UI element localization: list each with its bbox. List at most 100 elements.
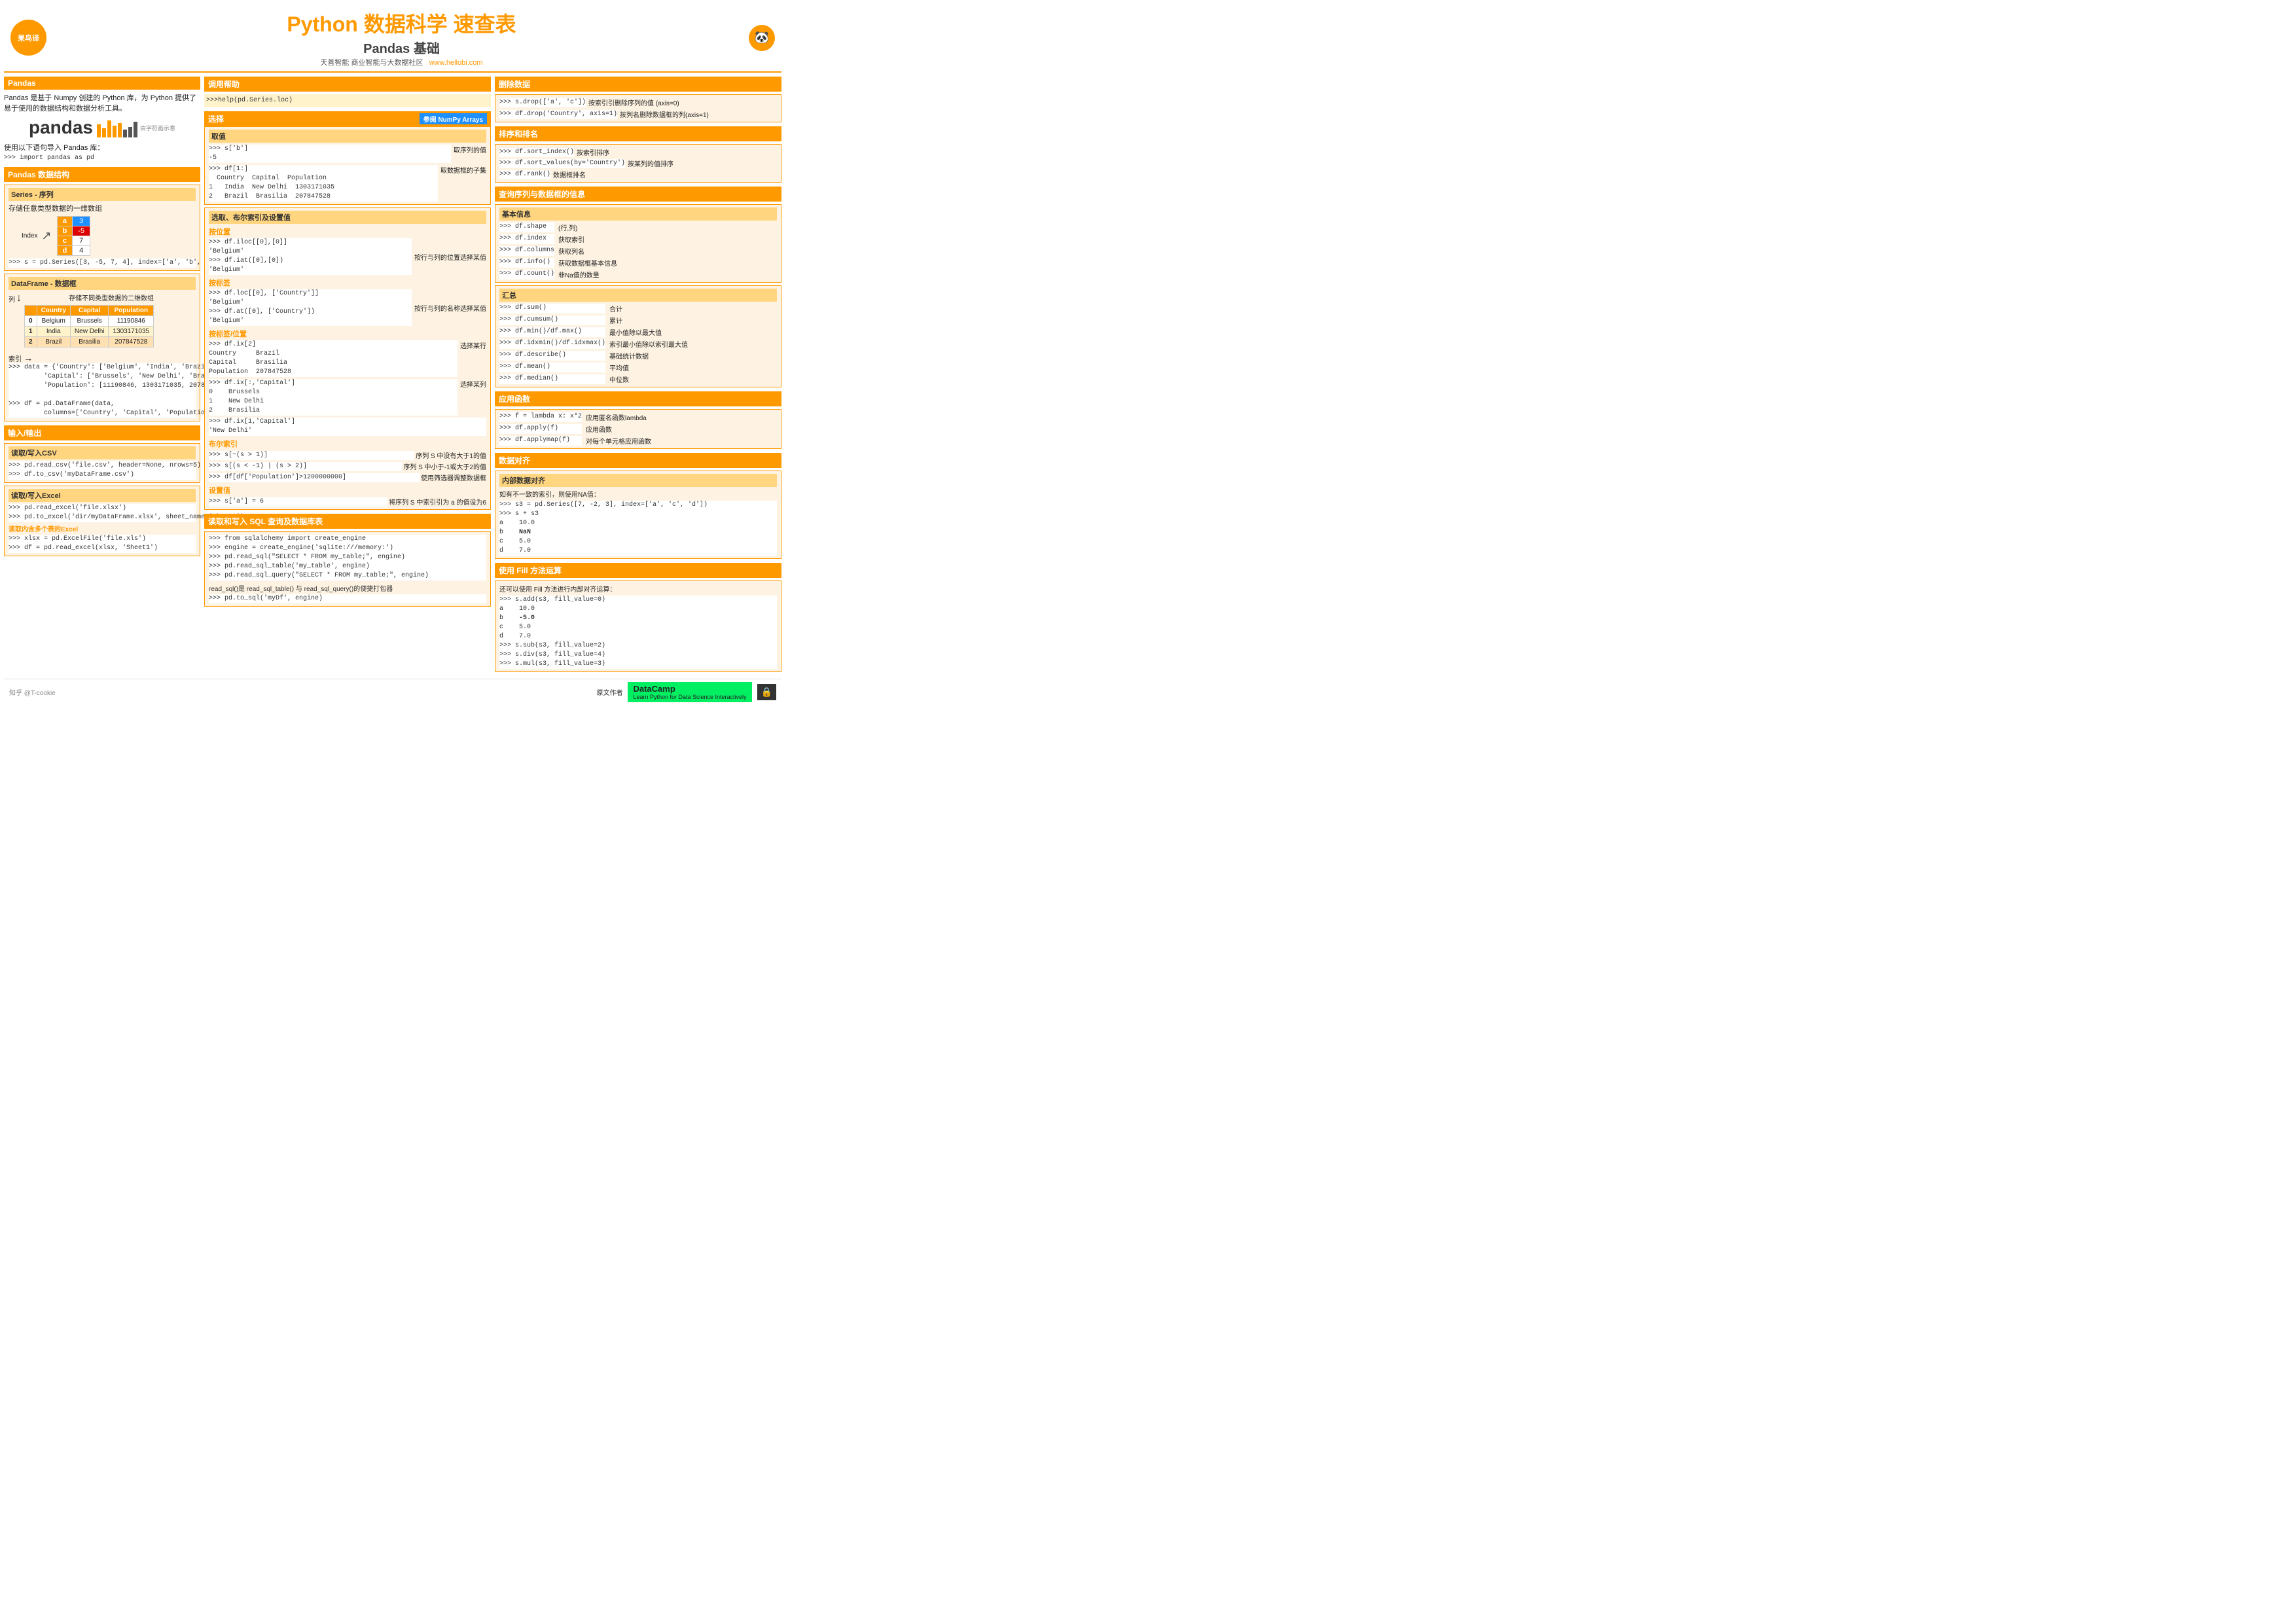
column-2: 调用帮助 >>>help(pd.Series.loc) 选择 参阅 NumPy … [204,77,491,611]
data-structures-section: Pandas 数据结构 Series - 序列 存储任意类型数据的一维数组 In… [4,167,200,421]
website-link[interactable]: www.hellobi.com [429,59,483,67]
pos-title: 按位置 [209,226,486,237]
bool-title: 布尔索引 [209,438,486,449]
series-section: Series - 序列 存储任意类型数据的一维数组 Index ↗ a 3 [4,185,200,271]
sql-code5: >>> pd.read_sql_query("SELECT * FROM my_… [209,571,486,580]
series-table: a 3 b -5 c 7 d [57,216,91,256]
sql-title: 读取和写入 SQL 查询及数据库表 [204,514,491,529]
col-label: 列 ↓ [9,293,22,304]
set-row: >>> s['a'] = 6 将序列 S 中索引引为 a 的值设为6 [209,497,486,507]
sort-title: 排序和排名 [495,126,781,141]
td-idx-1: 1 [25,327,37,337]
info-section: 查询序列与数据框的信息 基本信息 >>> df.shape (行,列) >>> … [495,187,781,387]
label-code1: >>> df.loc[[0], ['Country']] [209,289,412,298]
bar4 [113,126,117,137]
excel-code4: >>> df = pd.read_excel(xlsx, 'Sheet1') [9,544,196,553]
help-section: 调用帮助 >>>help(pd.Series.loc) [204,77,491,107]
td-idx-2: 2 [25,337,37,348]
bar6 [123,130,127,137]
align-code1: >>> s3 = pd.Series([7, -2, 3], index=['a… [499,501,777,510]
apply-desc1: 应用匿名函数lambda [586,412,777,422]
get-title: 取值 [209,130,486,143]
pandas-intro-section: Pandas Pandas 是基于 Numpy 创建的 Python 库，为 P… [4,77,200,163]
ix-desc1: 选择某行 [460,340,486,350]
td-country-1: India [37,327,70,337]
dataframe-visual: 列 ↓ 存储不同类型数据的二维数组 Country Capital [9,293,196,350]
fill-code2: >>> s.sub(s3, fill_value=2) [499,641,777,651]
pos-code1: >>> df.iloc[[0],[0]] [209,238,412,247]
sort-desc2: 按某列的值排序 [628,158,777,168]
drop-content: >>> s.drop(['a', 'c']) 按索引引删除序列的值 (axis=… [495,94,781,122]
df-desc: 存储不同类型数据的二维数组 [24,293,154,302]
logo-caption: 由字符画示意 [140,124,175,132]
apply-grid: >>> f = lambda x: x*2 应用匿名函数lambda >>> d… [499,412,777,446]
boolean-title: 选取、布尔索引及设置值 [209,211,486,224]
sort-desc1: 按索引排序 [577,147,777,157]
drop-code1: >>> s.drop(['a', 'c']) [499,98,586,107]
set-title: 设置值 [209,485,486,495]
summary-grid: >>> df.sum() 合计 >>> df.cumsum() 累计 >>> d… [499,304,777,384]
bar1 [97,124,101,137]
sum-desc-3: 索引最小值除以索引最大值 [609,339,777,349]
get-desc2: 取数据框的子集 [440,165,486,175]
arrow-symbol: ↗ [41,229,51,243]
sql-section: 读取和写入 SQL 查询及数据库表 >>> from sqlalchemy im… [204,514,491,607]
help-title: 调用帮助 [204,77,491,92]
series-visual: Index ↗ a 3 b -5 c [22,216,196,256]
fill-code1: >>> s.add(s3, fill_value=0) [499,596,777,605]
pos-block: >>> df.iloc[[0],[0]] 'Belgium' >>> df.ia… [209,238,486,275]
nan-value: NaN [519,529,531,536]
sum-desc-5: 平均值 [609,363,777,372]
bool-desc3: 使用筛选器调整数据框 [421,473,486,482]
set-desc: 将序列 S 中索引引为 a 的值设为6 [389,497,486,507]
ix-code1: >>> df.ix[2] [209,340,457,349]
sum-code-2: >>> df.min()/df.max() [499,327,605,337]
fill-note: 还可以使用 Fill 方法进行内部对齐运算： [499,584,777,594]
pos-desc: 按行与列的位置选择某值 [414,252,486,262]
sum-code-4: >>> df.describe() [499,351,605,361]
get-code1: >>> s['b'] [209,145,451,154]
logo: 果鸟译 [10,20,46,56]
label-desc: 按行与列的名称选择某值 [414,303,486,313]
set-code: >>> s['a'] = 6 [209,497,387,507]
summary-section: 汇总 >>> df.sum() 合计 >>> df.cumsum() 累计 >>… [495,285,781,387]
security-icon: 🔒 [757,684,776,700]
pandas-description: Pandas 是基于 Numpy 创建的 Python 库，为 Python 提… [4,92,200,113]
ix-res3: 'New Delhi' [209,427,486,436]
align-title: 数据对齐 [495,453,781,468]
fill-title: 使用 Fill 方法运算 [495,563,781,578]
footer: 知乎 @T-cookie 原文作者 DataCamp Learn Python … [4,679,781,705]
sort-row1: >>> df.sort_index() 按索引排序 [499,147,777,157]
bar7 [128,127,132,137]
sum-code-6: >>> df.median() [499,374,605,384]
td-idx-0: 0 [25,316,37,327]
td-capital-2: Brasilia [70,337,109,348]
th-country: Country [37,306,70,316]
pos-res1: 'Belgium' [209,247,412,257]
page-header: 果鸟译 Python 数据科学 速查表 Pandas 基础 天善智能 商业智能与… [4,4,781,73]
footer-right: 原文作者 DataCamp Learn Python for Data Scie… [596,682,776,702]
bool-code2: >>> s[(s < -1) | (s > 2)] [209,462,402,471]
logo-text: 果鸟译 [18,33,39,43]
numpy-ref: 参阅 NumPy Arrays [420,113,487,124]
apply-desc3: 对每个单元格应用函数 [586,436,777,446]
sql-code4: >>> pd.read_sql_table('my_table', engine… [209,562,486,571]
s-label-a: a [57,217,73,226]
sort-code2: >>> df.sort_values(by='Country') [499,159,625,168]
get-code2-block: >>> df[1:] Country Capital Population 1 … [209,165,438,202]
s-label-d: d [57,246,73,256]
pos-code2: >>> df.iat([0],[0]) [209,257,412,266]
basic-desc-2: 获取列名 [558,246,777,256]
bool-row1: >>> s[~(s > 1)] 序列 S 中没有大于1的值 [209,450,486,460]
pandas-section-title: Pandas [4,77,200,90]
select-section: 选择 参阅 NumPy Arrays 取值 >>> s['b'] -5 取序列的… [204,111,491,510]
fill-content: 还可以使用 Fill 方法进行内部对齐运算： >>> s.add(s3, fil… [495,580,781,672]
sql-code2: >>> engine = create_engine('sqlite:///me… [209,544,486,553]
ix-res2: 0 Brussels 1 New Delhi 2 Brasilia [209,388,457,416]
get-code1-block: >>> s['b'] -5 [209,145,451,163]
sort-code3: >>> df.rank() [499,170,550,179]
inner-align-title: 内部数据对齐 [499,474,777,487]
td-pop-0: 11190846 [109,316,154,327]
basic-desc-0: (行,列) [558,223,777,232]
s-label-c: c [57,236,73,246]
